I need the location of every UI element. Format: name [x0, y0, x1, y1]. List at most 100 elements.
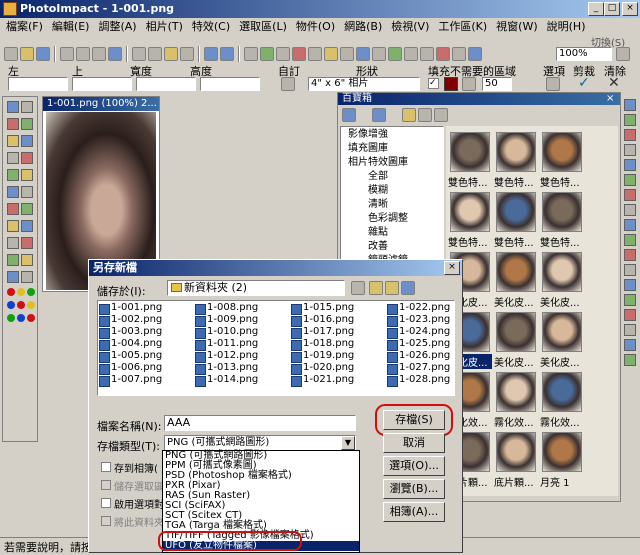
tool-icon-1[interactable]	[244, 47, 258, 61]
checkbox[interactable]	[101, 516, 111, 526]
file-item[interactable]: 1-019.png	[291, 350, 354, 363]
custom-icon[interactable]	[281, 77, 295, 91]
tool-icon[interactable]	[21, 101, 33, 113]
file-item[interactable]: 1-027.png	[387, 362, 450, 375]
file-item[interactable]: 1-021.png	[291, 374, 354, 387]
back-icon[interactable]	[351, 281, 365, 295]
menu-item[interactable]: 檔案(F)	[6, 18, 43, 36]
filename-field[interactable]: AAA	[164, 415, 356, 431]
tool-icon[interactable]	[7, 271, 19, 283]
file-item[interactable]: 1-017.png	[291, 326, 354, 339]
tree-item[interactable]: 全部	[344, 170, 442, 184]
option-checkbox-row[interactable]: 存到相簿(	[101, 458, 171, 476]
color-dot-icon[interactable]	[7, 288, 15, 296]
cancel-button[interactable]: 取消	[383, 433, 445, 453]
tool-icon-2[interactable]	[260, 47, 274, 61]
print-icon[interactable]	[60, 47, 74, 61]
dock-icon[interactable]	[624, 204, 636, 216]
new-icon[interactable]	[4, 47, 18, 61]
tool-icon-12[interactable]	[420, 47, 434, 61]
save-in-select[interactable]: 新資料夾 (2)	[167, 280, 345, 296]
color-dot-icon[interactable]	[7, 314, 15, 322]
panel-options-icon[interactable]	[434, 108, 448, 122]
panel-folder-icon[interactable]	[402, 108, 416, 122]
shape-select[interactable]: 4" x 6" 相片	[308, 77, 420, 91]
menu-item[interactable]: 視窗(W)	[496, 18, 537, 36]
file-item[interactable]: 1-023.png	[387, 314, 450, 327]
color-dot-icon[interactable]	[17, 314, 25, 322]
tool-icon-11[interactable]	[404, 47, 418, 61]
crop-check-icon[interactable]: ✓	[578, 75, 590, 91]
dock-icon[interactable]	[624, 159, 636, 171]
menu-item[interactable]: 特效(C)	[192, 18, 230, 36]
copy-icon[interactable]	[148, 47, 162, 61]
file-item[interactable]: 1-018.png	[291, 338, 354, 351]
zoom-in-icon[interactable]	[616, 47, 630, 61]
color-dot-icon[interactable]	[27, 288, 35, 296]
tree-item[interactable]: 雜點	[344, 226, 442, 240]
file-item[interactable]: 1-016.png	[291, 314, 354, 327]
thumbnail-item[interactable]: 月亮 1	[540, 430, 584, 489]
panel-nav-icon[interactable]	[372, 108, 386, 122]
zoom-select[interactable]: 100%	[556, 47, 612, 61]
menu-item[interactable]: 說明(H)	[547, 18, 586, 36]
tree-item[interactable]: 改善	[344, 240, 442, 254]
tool-icon-6[interactable]	[324, 47, 338, 61]
file-item[interactable]: 1-022.png	[387, 302, 450, 315]
tool-icon[interactable]	[7, 101, 19, 113]
tool-icon[interactable]	[21, 169, 33, 181]
checkbox[interactable]	[101, 498, 111, 508]
color-dot-icon[interactable]	[7, 301, 15, 309]
preview-icon[interactable]	[76, 47, 90, 61]
file-item[interactable]: 1-004.png	[99, 338, 162, 351]
file-item[interactable]: 1-025.png	[387, 338, 450, 351]
tool-icon-10[interactable]	[388, 47, 402, 61]
tool-icon-9[interactable]	[372, 47, 386, 61]
file-item[interactable]: 1-024.png	[387, 326, 450, 339]
thumbnail-item[interactable]: 美化皮...	[540, 250, 584, 309]
menu-item[interactable]: 編輯(E)	[52, 18, 90, 36]
panel-close-icon[interactable]: ×	[606, 93, 614, 105]
undo-icon[interactable]	[204, 47, 218, 61]
file-item[interactable]: 1-005.png	[99, 350, 162, 363]
save-icon[interactable]	[36, 47, 50, 61]
tool-icon-8[interactable]	[356, 47, 370, 61]
tool-icon[interactable]	[7, 220, 19, 232]
file-item[interactable]: 1-009.png	[195, 314, 258, 327]
tool-icon[interactable]	[21, 220, 33, 232]
file-item[interactable]: 1-011.png	[195, 338, 258, 351]
tree-item[interactable]: 色彩調整	[344, 212, 442, 226]
menu-item[interactable]: 選取區(L)	[239, 18, 287, 36]
dock-icon[interactable]	[624, 189, 636, 201]
tool-icon[interactable]	[7, 152, 19, 164]
tree-item[interactable]: 填充圖庫	[344, 142, 442, 156]
tool-icon[interactable]	[7, 186, 19, 198]
color-dot-icon[interactable]	[17, 301, 25, 309]
dock-icon[interactable]	[624, 249, 636, 261]
tool-icon[interactable]	[21, 254, 33, 266]
tool-icon[interactable]	[7, 118, 19, 130]
file-item[interactable]: 1-003.png	[99, 326, 162, 339]
scan-icon[interactable]	[92, 47, 106, 61]
redo-icon[interactable]	[220, 47, 234, 61]
filetype-dropdown-arrow[interactable]: ▼	[341, 436, 355, 450]
tool-icon-7[interactable]	[340, 47, 354, 61]
dock-icon[interactable]	[624, 114, 636, 126]
fill-amount-field[interactable]: 50	[482, 77, 512, 91]
thumbnail-item[interactable]: 底片顆...	[494, 430, 538, 489]
dialog-close-button[interactable]: ×	[444, 261, 460, 275]
tool-icon-14[interactable]	[452, 47, 466, 61]
file-item[interactable]: 1-010.png	[195, 326, 258, 339]
color-dot-icon[interactable]	[27, 301, 35, 309]
tool-icon[interactable]	[7, 237, 19, 249]
view-menu-icon[interactable]	[401, 281, 415, 295]
tool-icon-5[interactable]	[308, 47, 322, 61]
thumbnail-item[interactable]: 美化皮...	[494, 250, 538, 309]
options-icon[interactable]	[546, 77, 560, 91]
option-checkbox-row[interactable]: 儲存選取區	[101, 476, 171, 494]
tool-icon[interactable]	[21, 237, 33, 249]
width-field[interactable]	[136, 77, 196, 91]
file-item[interactable]: 1-015.png	[291, 302, 354, 315]
thumbnail-item[interactable]: 雙色特...	[494, 190, 538, 249]
tool-icon[interactable]	[21, 118, 33, 130]
